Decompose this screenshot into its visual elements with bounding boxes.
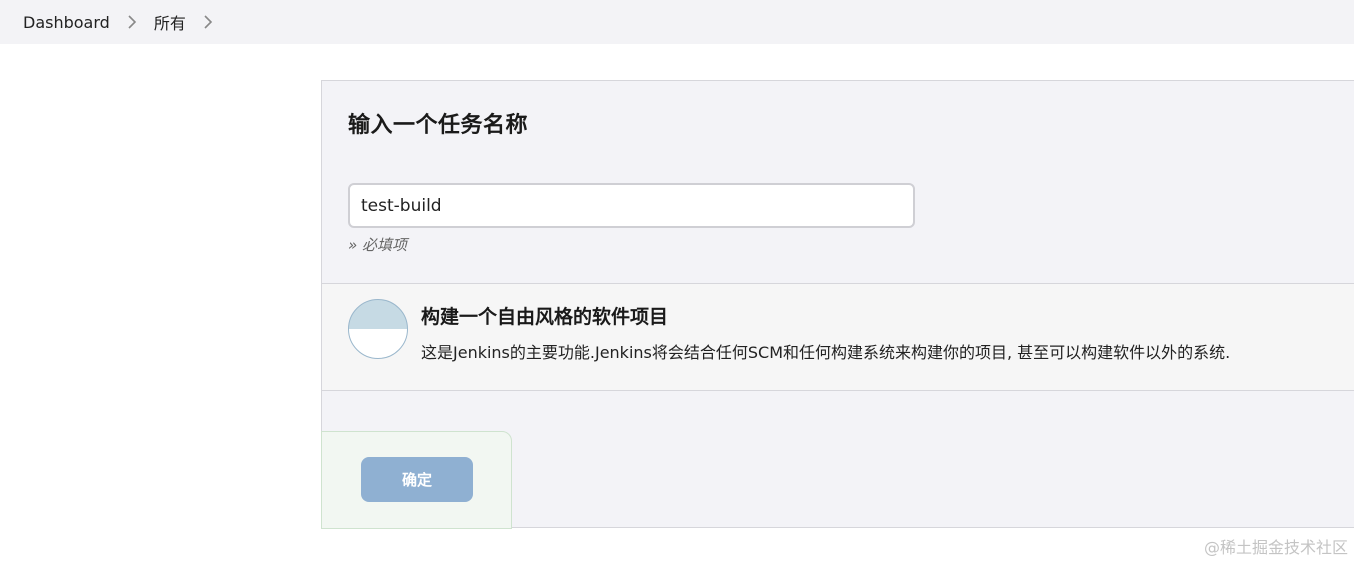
form-footer: 确定 bbox=[321, 431, 512, 529]
new-item-panel: 输入一个任务名称 » 必填项 构建一个自由风格的软件项目 这是Jenkins的主… bbox=[321, 80, 1354, 529]
breadcrumb-dashboard-link[interactable]: Dashboard bbox=[23, 13, 110, 32]
item-type-title: 构建一个自由风格的软件项目 bbox=[421, 306, 669, 328]
item-type-description: 这是Jenkins的主要功能.Jenkins将会结合任何SCM和任何构建系统来构… bbox=[421, 343, 1231, 362]
breadcrumb-all-link[interactable]: 所有 bbox=[154, 10, 186, 34]
chevron-right-icon bbox=[110, 12, 154, 32]
chevron-right-icon[interactable] bbox=[186, 12, 230, 32]
ok-button[interactable]: 确定 bbox=[361, 457, 473, 502]
freestyle-project-icon bbox=[348, 299, 408, 359]
required-hint: » 必填项 bbox=[348, 236, 408, 254]
watermark: @稀土掘金技术社区 bbox=[1203, 538, 1348, 557]
divider bbox=[322, 390, 1354, 391]
item-name-input[interactable] bbox=[348, 183, 915, 228]
page-title: 输入一个任务名称 bbox=[348, 113, 529, 138]
item-type-freestyle[interactable]: 构建一个自由风格的软件项目 这是Jenkins的主要功能.Jenkins将会结合… bbox=[322, 284, 1354, 390]
breadcrumb: Dashboard 所有 bbox=[0, 0, 1354, 44]
